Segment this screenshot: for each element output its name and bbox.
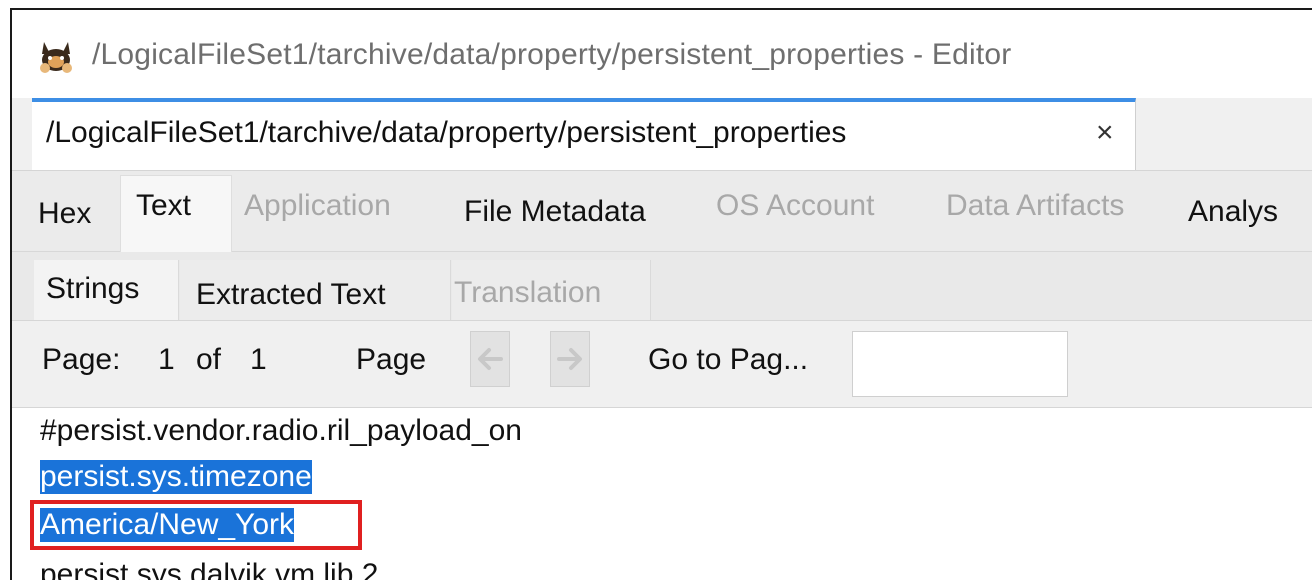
editor-window: /LogicalFileSet1/tarchive/data/property/… bbox=[10, 8, 1312, 580]
close-icon[interactable]: × bbox=[1096, 116, 1114, 150]
tab-os-account[interactable]: OS Account bbox=[716, 189, 874, 223]
tab-translation[interactable]: Translation bbox=[454, 276, 601, 310]
previous-page-button[interactable] bbox=[470, 331, 510, 387]
file-tab-strip: /LogicalFileSet1/tarchive/data/property/… bbox=[12, 98, 1312, 171]
content-line-partial: persist.sys.dalvik.vm.lib.2 bbox=[40, 558, 379, 580]
tab-hex[interactable]: Hex bbox=[38, 197, 91, 231]
file-tab[interactable]: /LogicalFileSet1/tarchive/data/property/… bbox=[32, 98, 1136, 170]
next-page-button[interactable] bbox=[550, 331, 590, 387]
current-page: 1 bbox=[158, 343, 175, 376]
text-sub-tabs: Strings Extracted Text Translation bbox=[12, 252, 1312, 321]
file-tab-label: /LogicalFileSet1/tarchive/data/property/… bbox=[46, 116, 847, 149]
page-navigation-bar: Page: 1 of 1 Page Go to Pag... bbox=[12, 321, 1312, 408]
tab-data-artifacts[interactable]: Data Artifacts bbox=[946, 189, 1124, 223]
page-nav-label: Page bbox=[356, 343, 427, 376]
go-to-page-label: Go to Pag... bbox=[648, 343, 809, 376]
title-bar: /LogicalFileSet1/tarchive/data/property/… bbox=[12, 10, 1312, 98]
tab-application[interactable]: Application bbox=[244, 189, 391, 223]
content-viewer-tabs: Hex Text Application File Metadata OS Ac… bbox=[12, 171, 1312, 252]
of-label: of bbox=[196, 343, 222, 376]
annotation-red-box bbox=[30, 500, 362, 550]
autopsy-dog-icon bbox=[36, 36, 76, 74]
tab-file-metadata[interactable]: File Metadata bbox=[464, 195, 646, 229]
tab-analysis[interactable]: Analys bbox=[1188, 195, 1278, 229]
content-line: #persist.vendor.radio.ril_payload_on bbox=[40, 414, 522, 447]
page-label: Page: bbox=[42, 343, 121, 376]
tab-extracted-text[interactable]: Extracted Text bbox=[196, 278, 386, 312]
go-to-page-input[interactable] bbox=[852, 331, 1068, 397]
window-title: /LogicalFileSet1/tarchive/data/property/… bbox=[92, 38, 1012, 71]
content-line-highlighted: persist.sys.timezone bbox=[40, 460, 312, 494]
total-pages: 1 bbox=[250, 343, 267, 376]
tab-text[interactable]: Text bbox=[136, 189, 191, 223]
strings-content-area[interactable]: #persist.vendor.radio.ril_payload_on per… bbox=[12, 408, 1312, 580]
tab-strings[interactable]: Strings bbox=[46, 272, 139, 306]
